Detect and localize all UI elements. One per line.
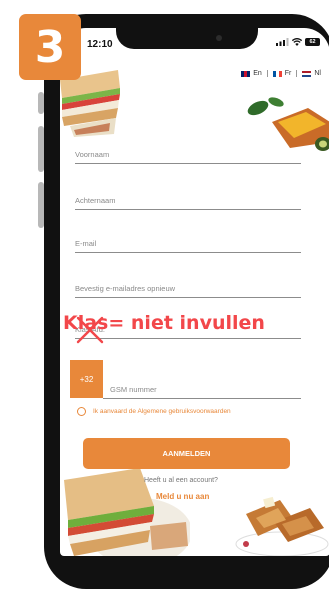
language-option-fr[interactable]: Fr [266, 70, 297, 77]
phone-notch [116, 27, 258, 49]
first-name-placeholder: Voornaam [75, 150, 110, 159]
wifi-icon [292, 38, 302, 46]
terms-radio[interactable] [77, 407, 86, 416]
status-icons: 62 [276, 38, 320, 46]
email-confirm-field[interactable]: Bevestig e-mailadres opnieuw [75, 278, 301, 298]
last-name-placeholder: Achternaam [75, 196, 116, 205]
login-link[interactable]: Meld u nu aan [156, 492, 209, 501]
register-button[interactable]: AANMELDEN [83, 438, 290, 469]
language-option-nl[interactable]: Nl [296, 70, 326, 77]
terms-label: Ik aanvaard de Algemene gebruiksvoorwaar… [93, 408, 231, 415]
camera-icon [216, 35, 222, 41]
signal-icon [276, 38, 289, 46]
last-name-field[interactable]: Achternaam [75, 190, 301, 210]
french-toast-image [235, 496, 329, 556]
email-placeholder: E-mail [75, 239, 97, 248]
uk-flag-icon [241, 70, 251, 77]
red-cross-icon [76, 316, 104, 344]
french-flag-icon [272, 70, 282, 77]
toast-image [247, 97, 329, 151]
step-number-badge: 3 [19, 14, 81, 80]
email-confirm-placeholder: Bevestig e-mailadres opnieuw [75, 284, 176, 293]
language-switcher: En Fr Nl [236, 70, 326, 77]
email-field[interactable]: E-mail [75, 233, 301, 253]
tutorial-screenshot: 3 12:10 62 En Fr Nl Voornaam Achternaam … [0, 0, 329, 591]
status-time: 12:10 [87, 39, 113, 50]
battery-icon: 62 [305, 38, 320, 46]
dutch-flag-icon [302, 70, 312, 77]
app-screen: 12:10 62 En Fr Nl Voornaam Achternaam E-… [60, 28, 329, 556]
phone-number-field[interactable]: GSM nummer [103, 380, 301, 399]
has-account-text: Heeft u al een account? [144, 477, 218, 484]
terms-checkbox-row[interactable]: Ik aanvaard de Algemene gebruiksvoorwaar… [77, 407, 231, 416]
language-option-en[interactable]: En [236, 70, 267, 77]
phone-number-placeholder: GSM nummer [110, 385, 157, 394]
phone-prefix-button[interactable]: +32 [70, 360, 103, 398]
